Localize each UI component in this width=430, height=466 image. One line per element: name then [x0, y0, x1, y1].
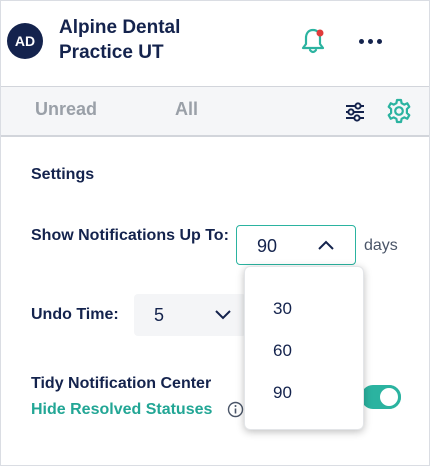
hide-resolved-toggle[interactable] — [361, 385, 401, 409]
days-option-30[interactable]: 30 — [273, 299, 292, 319]
days-select-value: 90 — [257, 236, 278, 256]
days-select[interactable]: 90 — [236, 225, 356, 265]
practice-name: Alpine Dental Practice UT — [59, 17, 181, 63]
avatar[interactable]: AD — [7, 23, 43, 59]
settings-title: Settings — [31, 166, 95, 183]
tab-unread[interactable]: Unread — [35, 99, 97, 120]
bell-notification-icon[interactable] — [297, 25, 329, 57]
tabs-bar: Unread All — [1, 87, 429, 137]
more-horizontal-icon[interactable] — [355, 27, 385, 55]
chevron-up-icon — [318, 240, 334, 250]
sliders-icon[interactable] — [342, 99, 368, 125]
undo-time-select[interactable]: 5 — [134, 294, 246, 336]
undo-time-value: 5 — [154, 305, 165, 325]
days-option-90[interactable]: 90 — [273, 383, 292, 403]
days-unit-label: days — [364, 237, 398, 254]
hide-resolved-label: Hide Resolved Statuses — [31, 401, 213, 418]
tab-all[interactable]: All — [175, 99, 198, 120]
panel-header: AD Alpine Dental Practice UT — [1, 1, 429, 87]
days-dropdown-menu: 30 60 90 — [244, 266, 364, 430]
chevron-down-icon — [215, 310, 231, 320]
info-icon[interactable] — [227, 401, 244, 418]
days-option-60[interactable]: 60 — [273, 341, 292, 361]
tidy-notification-label: Tidy Notification Center — [31, 375, 212, 392]
gear-icon[interactable] — [385, 97, 413, 125]
notification-panel: AD Alpine Dental Practice UT Unread All — [0, 0, 430, 466]
undo-time-label: Undo Time: — [31, 306, 119, 323]
toggle-knob — [377, 385, 401, 409]
show-notifications-label: Show Notifications Up To: — [31, 227, 229, 244]
